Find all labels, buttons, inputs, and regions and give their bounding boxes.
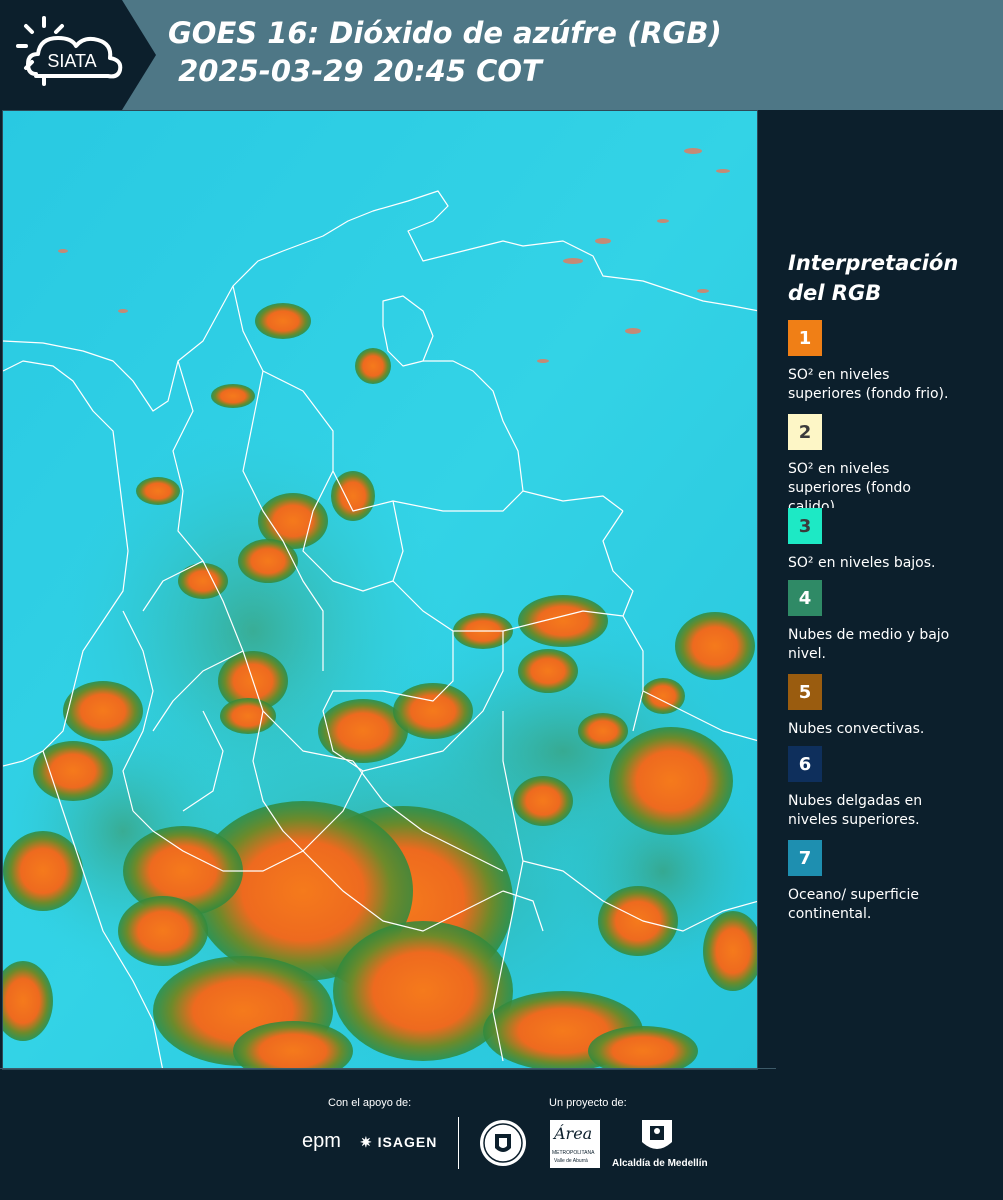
logo-text: SIATA [47, 51, 96, 71]
rgb-legend: Interpretación del RGB 1 SO² en niveles … [788, 248, 988, 934]
support-label: Con el apoyo de: [328, 1097, 412, 1109]
isagen-logo[interactable]: ✷ ISAGEN [360, 1134, 437, 1151]
alcaldia-label: Alcaldía de Medellín [612, 1158, 708, 1169]
title-line-2: 2025-03-29 20:45 COT [168, 54, 542, 88]
legend-item-4: 4 Nubes de medio y bajo nivel. [788, 580, 988, 674]
legend-item-1: 1 SO² en niveles superiores (fondo frio)… [788, 320, 988, 414]
medellin-shield-icon[interactable] [640, 1118, 674, 1156]
legend-swatch-3: 3 [788, 508, 822, 544]
legend-number-5: 5 [798, 681, 812, 703]
legend-item-5: 5 Nubes convectivas. [788, 674, 988, 746]
legend-text-7: Oceano/ superficie continental. [788, 887, 919, 922]
legend-item-7: 7 Oceano/ superficie continental. [788, 840, 988, 934]
title-line-1: GOES 16: Dióxido de azúfre (RGB) [168, 16, 722, 50]
legend-number-1: 1 [798, 327, 812, 349]
legend-text-3: SO² en niveles bajos. [788, 555, 936, 571]
epm-logo-text: epm [302, 1130, 341, 1152]
area-logo-sub1: METROPOLITANA [552, 1150, 595, 1156]
legend-title: Interpretación del RGB [788, 248, 988, 308]
sun-cloud-icon: SIATA [16, 16, 123, 86]
area-logo-sub2: Valle de Aburrá [554, 1158, 588, 1164]
area-logo-name: Área [554, 1124, 593, 1143]
legend-swatch-7: 7 [788, 840, 822, 876]
area-metropolitana-logo[interactable]: Área METROPOLITANA Valle de Aburrá [550, 1120, 600, 1168]
legend-swatch-2: 2 [788, 414, 822, 450]
legend-swatch-5: 5 [788, 674, 822, 710]
university-seal-icon[interactable] [478, 1118, 528, 1168]
legend-text-6: Nubes delgadas en niveles superiores. [788, 793, 923, 828]
legend-text-2: SO² en niveles superiores (fondo calido)… [788, 461, 911, 508]
page-title: GOES 16: Dióxido de azúfre (RGB) 2025-03… [168, 14, 722, 90]
satellite-map[interactable] [2, 110, 758, 1070]
siata-logo[interactable]: SIATA [0, 0, 156, 110]
legend-number-7: 7 [798, 847, 812, 869]
legend-number-4: 4 [798, 587, 812, 609]
legend-number-2: 2 [798, 421, 812, 443]
epm-logo[interactable]: epm [302, 1130, 341, 1153]
legend-number-3: 3 [798, 515, 812, 537]
legend-title-line-1: Interpretación [788, 251, 959, 275]
legend-item-3: 3 SO² en niveles bajos. [788, 508, 988, 580]
footer-separator [0, 1068, 776, 1069]
legend-number-6: 6 [798, 753, 812, 775]
legend-swatch-1: 1 [788, 320, 822, 356]
header-bar: SIATA GOES 16: Dióxido de azúfre (RGB) 2… [0, 0, 1003, 110]
isagen-logo-text: ISAGEN [377, 1134, 438, 1150]
satellite-image [3, 111, 757, 1069]
legend-text-5: Nubes convectivas. [788, 721, 925, 737]
legend-item-2: 2 SO² en niveles superiores (fondo calid… [788, 414, 988, 508]
project-label: Un proyecto de: [549, 1097, 627, 1109]
legend-item-6: 6 Nubes delgadas en niveles superiores. [788, 746, 988, 840]
legend-text-4: Nubes de medio y bajo nivel. [788, 627, 950, 662]
legend-title-line-2: del RGB [788, 281, 882, 305]
legend-swatch-6: 6 [788, 746, 822, 782]
footer-divider [458, 1117, 459, 1169]
legend-swatch-4: 4 [788, 580, 822, 616]
isagen-mark-icon: ✷ [360, 1134, 373, 1150]
legend-text-1: SO² en niveles superiores (fondo frio). [788, 367, 949, 402]
